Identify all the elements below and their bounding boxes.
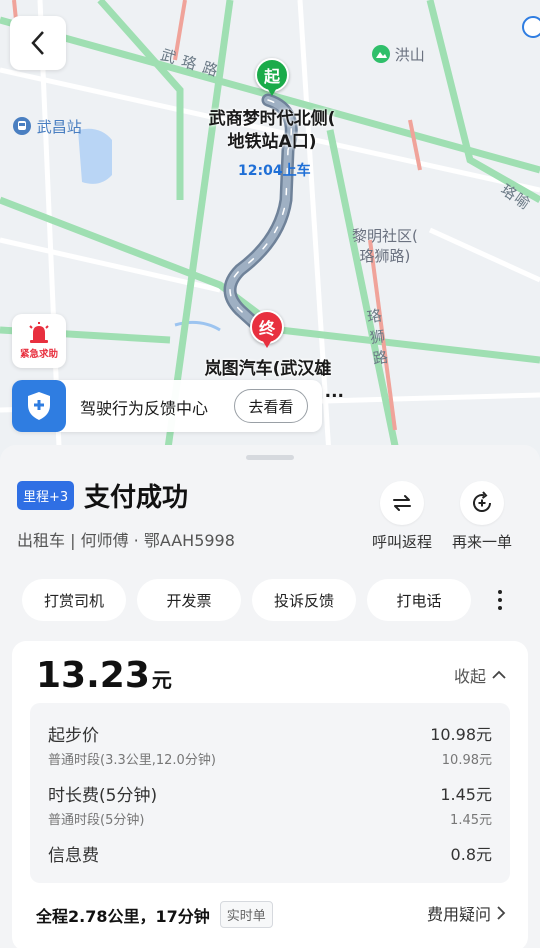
driving-feedback-banner[interactable]: 驾驶行为反馈中心 去看看 xyxy=(12,380,322,432)
realtime-order-badge: 实时单 xyxy=(219,901,273,928)
fare-item-value: 10.98元 xyxy=(430,725,492,744)
fare-question-link[interactable]: 费用疑问 xyxy=(427,901,506,925)
complaint-button[interactable]: 投诉反馈 xyxy=(252,579,356,621)
trip-summary: 全程2.78公里，17分钟 实时单 xyxy=(36,901,273,928)
mountain-icon xyxy=(372,45,390,63)
fare-item-value: 1.45元 xyxy=(440,785,492,804)
sos-button[interactable]: 紧急求助 xyxy=(12,314,66,368)
fare-question-label: 费用疑问 xyxy=(426,905,491,924)
poi-hongshan: 洪山 xyxy=(372,44,425,65)
end-marker-tail xyxy=(261,338,273,348)
start-marker: 起 xyxy=(255,58,289,98)
tip-driver-button[interactable]: 打赏司机 xyxy=(22,579,126,621)
chevron-right-icon xyxy=(497,906,506,920)
collapse-button[interactable]: 收起 xyxy=(454,663,506,687)
fare-item-value: 0.8元 xyxy=(450,845,492,864)
start-place-line1: 武商梦时代北侧( xyxy=(208,109,336,129)
feedback-text: 驾驶行为反馈中心 xyxy=(80,399,209,418)
poi-wuchang-station-label: 武昌站 xyxy=(36,118,82,136)
compass-icon[interactable] xyxy=(522,16,540,38)
community-line2: 珞狮路) xyxy=(359,247,411,265)
end-place-line1: 岚图汽车(武汉雄 xyxy=(204,359,332,379)
order-sheet: 里程+3 支付成功 出租车 | 何师傅 · 鄂AAH5998 呼叫返程 再来一单… xyxy=(0,445,540,948)
fare-item-name: 起步价 xyxy=(48,726,99,746)
community-line1: 黎明社区( xyxy=(352,227,418,245)
chevron-left-icon xyxy=(31,31,44,55)
reorder-button[interactable]: 再来一单 xyxy=(442,481,522,552)
road-char: 狮 xyxy=(368,326,388,348)
payment-status: 支付成功 xyxy=(84,483,189,513)
chevron-up-icon xyxy=(492,670,506,679)
call-button[interactable]: 打电话 xyxy=(367,579,471,621)
shield-icon xyxy=(12,380,66,432)
road-char: 珞 xyxy=(365,306,385,327)
fare-card: 13.23 元 收起 起步价 10.98元 普通时段(3.3公里,12.0分钟) … xyxy=(12,641,528,948)
start-place-line2: 地铁站A口) xyxy=(227,132,317,152)
end-marker: 终 xyxy=(250,310,284,350)
return-trip-label: 呼叫返程 xyxy=(371,533,432,551)
poi-hongshan-label: 洪山 xyxy=(394,46,425,64)
feedback-go-button[interactable]: 去看看 xyxy=(234,389,308,423)
reorder-icon xyxy=(460,481,504,525)
fare-item-sub: 普通时段(5分钟) xyxy=(48,813,145,828)
fare-total: 13.23 元 xyxy=(36,655,172,696)
pickup-time: 12:04上车 xyxy=(238,163,311,179)
back-button[interactable] xyxy=(10,16,66,70)
fare-item-subvalue: 1.45元 xyxy=(450,813,492,828)
driver-info: 出租车 | 何师傅 · 鄂AAH5998 xyxy=(17,531,235,550)
invoice-button[interactable]: 开发票 xyxy=(137,579,241,621)
trip-map[interactable]: 洪山 武昌站 武 珞 路 珞喻 黎明社区( 珞狮路) 珞 狮 路 起 武商梦时代… xyxy=(0,0,540,470)
mileage-tag: 里程+3 xyxy=(17,481,75,510)
start-place-name: 武商梦时代北侧( 地铁站A口) xyxy=(196,108,348,154)
collapse-label: 收起 xyxy=(453,667,486,686)
poi-liming-community: 黎明社区( 珞狮路) xyxy=(352,226,418,266)
fare-item-subvalue: 10.98元 xyxy=(441,753,492,768)
fare-item-sub: 普通时段(3.3公里,12.0分钟) xyxy=(48,753,216,768)
more-options-icon[interactable] xyxy=(488,579,512,621)
fare-breakdown: 起步价 10.98元 普通时段(3.3公里,12.0分钟) 10.98元 时长费… xyxy=(30,703,510,883)
return-trip-button[interactable]: 呼叫返程 xyxy=(362,481,442,552)
reorder-label: 再来一单 xyxy=(451,533,512,551)
start-marker-tail xyxy=(266,86,278,96)
shield-plus-icon xyxy=(28,392,50,420)
road-char: 路 xyxy=(371,347,391,368)
alarm-icon xyxy=(29,322,49,343)
sheet-drag-handle[interactable] xyxy=(246,455,294,460)
fare-unit: 元 xyxy=(151,668,172,692)
fare-amount: 13.23 xyxy=(36,655,150,696)
poi-wuchang-station: 武昌站 xyxy=(12,116,82,137)
return-trip-icon xyxy=(380,481,424,525)
station-icon xyxy=(13,117,31,135)
fare-item-name: 时长费(5分钟) xyxy=(48,786,158,806)
sos-label: 紧急求助 xyxy=(19,349,58,360)
trip-summary-text: 全程2.78公里，17分钟 xyxy=(36,906,210,926)
fare-item-name: 信息费 xyxy=(48,846,99,866)
